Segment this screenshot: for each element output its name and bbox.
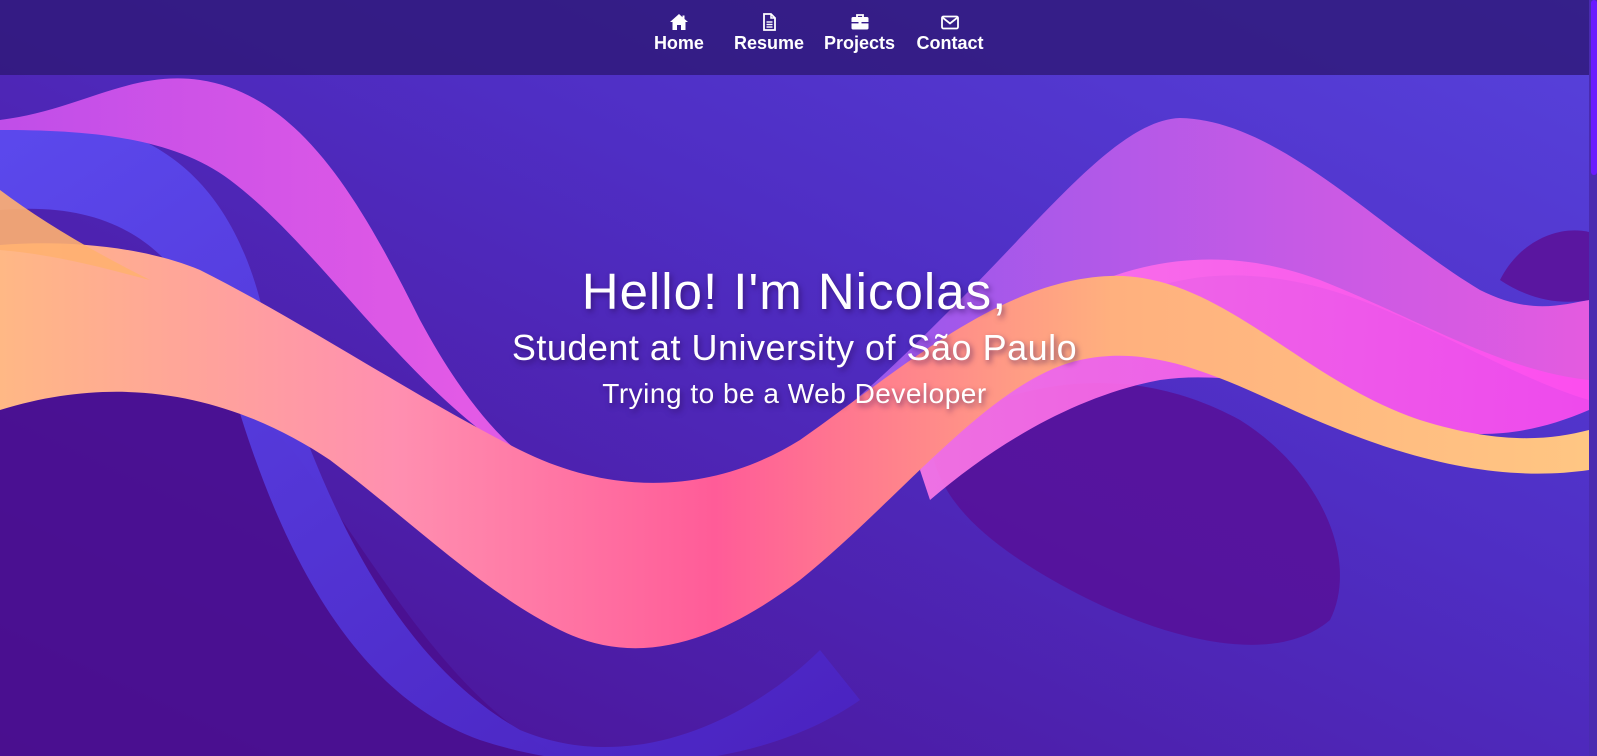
nav-item-resume[interactable]: Resume: [724, 13, 814, 54]
nav-item-contact[interactable]: Contact: [905, 13, 995, 54]
nav-item-home[interactable]: Home: [634, 13, 724, 54]
home-icon: [669, 14, 688, 30]
nav-item-label: Home: [653, 33, 704, 53]
document-icon: [763, 13, 776, 31]
nav-item-label: Projects: [823, 33, 896, 53]
hero-tagline: Trying to be a Web Developer: [602, 378, 987, 409]
hero-text: Hello! I'm Nicolas, Student at Universit…: [0, 262, 1589, 414]
nav-item-label: Resume: [733, 33, 804, 53]
nav-list: Home Resume Projects Contact: [634, 13, 995, 54]
hero-subtitle: Student at University of São Paulo: [511, 327, 1078, 368]
top-navbar: Home Resume Projects Contact: [0, 0, 1589, 75]
hero-section: Hello! I'm Nicolas, Student at Universit…: [0, 0, 1589, 756]
envelope-icon: [941, 15, 959, 30]
scrollbar[interactable]: [1589, 0, 1597, 756]
scrollbar-thumb[interactable]: [1591, 0, 1597, 175]
nav-item-label: Contact: [916, 33, 984, 53]
nav-item-projects[interactable]: Projects: [814, 13, 905, 54]
briefcase-icon: [851, 14, 868, 30]
hero-greeting: Hello! I'm Nicolas,: [581, 263, 1008, 320]
